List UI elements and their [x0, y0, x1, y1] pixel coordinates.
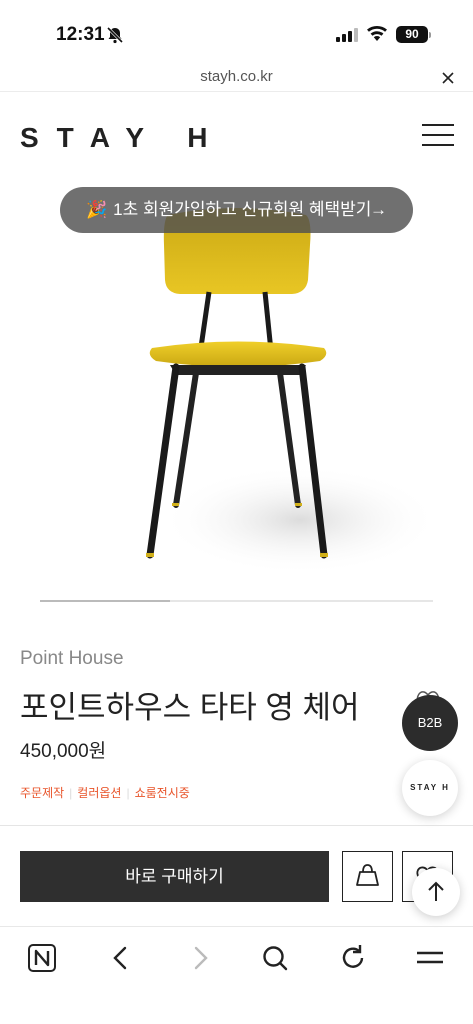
chair-illustration — [146, 208, 440, 575]
party-popper-icon: 🎉 — [86, 200, 108, 219]
tag-color-option: 컬러옵션 — [77, 786, 122, 800]
close-icon[interactable] — [441, 71, 455, 85]
tag-separator: | — [126, 786, 130, 800]
shopping-bag-icon — [356, 864, 379, 886]
arrow-up-icon — [428, 881, 444, 901]
menu-line — [422, 144, 454, 146]
stayh-floating-button[interactable]: STAY H — [402, 760, 458, 816]
menu-line — [422, 124, 454, 126]
cellular-signal-icon — [336, 28, 358, 42]
back-icon[interactable] — [106, 943, 136, 973]
carousel-progress-track — [40, 600, 433, 602]
forward-icon[interactable] — [185, 943, 215, 973]
promo-text: 1초 회원가입하고 신규회원 혜택받기 — [113, 200, 372, 219]
product-price: 450,000원 — [20, 741, 107, 762]
bell-muted-icon — [106, 26, 124, 44]
battery-indicator: 90 — [396, 26, 428, 43]
naver-home-icon[interactable] — [27, 943, 57, 973]
product-tags: 주문제작 | 컬러옵션 | 쇼룸전시중 — [20, 784, 190, 801]
status-bar: 12:31 90 — [0, 0, 473, 64]
product-image[interactable] — [0, 175, 473, 595]
add-to-cart-button[interactable] — [342, 851, 393, 902]
tag-custom-order: 주문제작 — [20, 786, 65, 800]
search-icon[interactable] — [260, 943, 290, 973]
menu-line — [422, 134, 454, 136]
site-logo[interactable]: STAY H — [20, 122, 226, 154]
browser-url-bar: stayh.co.kr — [0, 64, 473, 92]
hamburger-menu-icon[interactable] — [422, 124, 454, 148]
b2b-button[interactable]: B2B — [402, 695, 458, 751]
tag-separator: | — [69, 786, 73, 800]
section-divider — [0, 825, 473, 826]
battery-nub — [429, 32, 431, 38]
buy-now-button[interactable]: 바로 구매하기 — [20, 851, 329, 902]
product-title: 포인트하우스 타타 영 체어 — [20, 690, 360, 725]
product-brand[interactable]: Point House — [20, 648, 124, 670]
signup-promo-banner[interactable]: 🎉 1초 회원가입하고 신규회원 혜택받기 → — [60, 187, 413, 233]
carousel-progress-thumb — [40, 600, 170, 602]
tag-showroom: 쇼룸전시중 — [134, 786, 190, 800]
menu-icon[interactable] — [415, 943, 445, 973]
refresh-icon[interactable] — [338, 943, 368, 973]
scroll-to-top-button[interactable] — [412, 868, 460, 916]
arrow-right-icon: → — [370, 200, 387, 219]
url-text[interactable]: stayh.co.kr — [0, 68, 473, 85]
wifi-icon — [367, 25, 387, 41]
browser-bottom-toolbar — [0, 926, 473, 1024]
status-time: 12:31 — [56, 24, 105, 45]
